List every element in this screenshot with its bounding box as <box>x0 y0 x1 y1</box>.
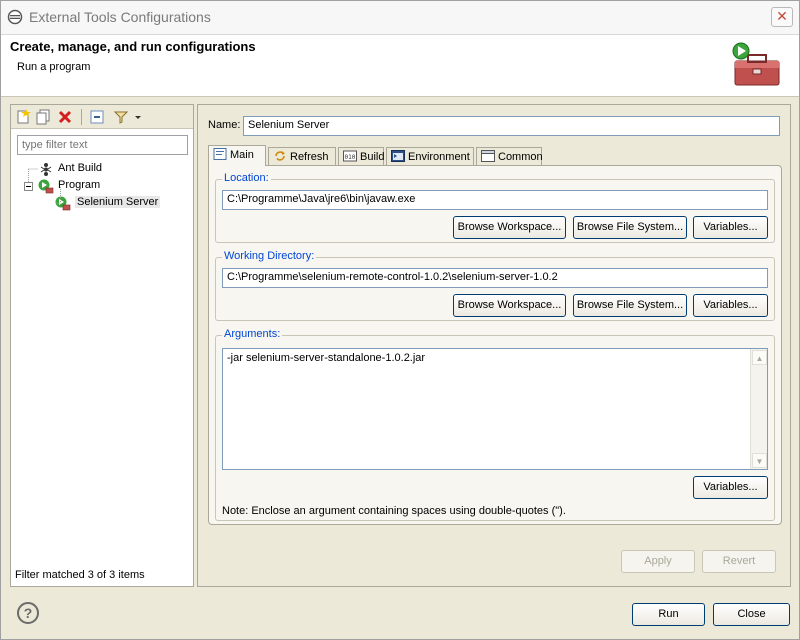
window-close-button[interactable]: ✕ <box>771 7 793 27</box>
working-directory-group: Working Directory: C:\Programme\selenium… <box>215 250 775 321</box>
view-menu-dropdown-icon[interactable] <box>133 109 143 125</box>
program-icon <box>38 179 54 194</box>
tab-build[interactable]: 010 Build <box>338 147 384 165</box>
delete-configuration-icon[interactable] <box>57 109 73 125</box>
program-config-icon <box>55 196 71 211</box>
help-icon[interactable]: ? <box>17 602 39 624</box>
external-tools-dialog: External Tools Configurations ✕ Create, … <box>0 0 800 640</box>
configurations-panel: Ant Build Program Selenium Server <box>10 104 194 587</box>
dialog-subtitle: Run a program <box>17 61 91 73</box>
environment-icon <box>391 150 405 162</box>
location-group: Location: C:\Programme\Java\jre6\bin\jav… <box>215 172 775 243</box>
tree-item-label: Ant Build <box>58 162 103 174</box>
toolbar-separator <box>81 109 82 125</box>
working-directory-browse-workspace-button[interactable]: Browse Workspace... <box>453 294 566 317</box>
tab-label: Main <box>230 149 254 161</box>
arguments-group: Arguments: -jar selenium-server-standalo… <box>215 328 775 521</box>
configuration-editor: Name: Selenium Server Main Refresh 010 Bu… <box>197 104 791 587</box>
scroll-up-icon[interactable]: ▲ <box>752 350 767 365</box>
tab-environment[interactable]: Environment <box>386 147 474 165</box>
tab-label: Build <box>360 151 385 163</box>
tree-collapse-toggle-icon[interactable] <box>24 182 33 191</box>
filter-configurations-icon[interactable] <box>113 109 129 125</box>
filter-status: Filter matched 3 of 3 items <box>15 569 145 581</box>
tab-label: Common <box>498 151 543 163</box>
title-bar: External Tools Configurations ✕ <box>1 1 799 35</box>
refresh-icon <box>275 151 285 161</box>
apply-button[interactable]: Apply <box>621 550 695 573</box>
arguments-textarea[interactable]: -jar selenium-server-standalone-1.0.2.ja… <box>222 348 768 470</box>
tree-item-program[interactable]: Program <box>11 178 193 195</box>
main-tab-icon <box>213 148 227 160</box>
common-icon <box>481 150 495 162</box>
location-label: Location: <box>222 172 271 184</box>
arguments-label: Arguments: <box>222 328 283 340</box>
close-button[interactable]: Close <box>713 603 790 626</box>
arguments-scrollbar[interactable]: ▲ ▼ <box>750 349 767 469</box>
duplicate-configuration-icon[interactable] <box>35 109 51 125</box>
location-browse-file-system-button[interactable]: Browse File System... <box>573 216 687 239</box>
arguments-variables-button[interactable]: Variables... <box>693 476 768 499</box>
collapse-all-icon[interactable] <box>89 109 105 125</box>
main-tab-content: Location: C:\Programme\Java\jre6\bin\jav… <box>208 165 782 525</box>
ant-icon <box>40 163 52 176</box>
working-directory-label: Working Directory: <box>222 250 317 262</box>
location-variables-button[interactable]: Variables... <box>693 216 768 239</box>
location-input[interactable]: C:\Programme\Java\jre6\bin\javaw.exe <box>222 190 768 210</box>
eclipse-app-icon <box>7 9 23 25</box>
working-directory-input[interactable]: C:\Programme\selenium-remote-control-1.0… <box>222 268 768 288</box>
window-title: External Tools Configurations <box>29 9 211 25</box>
dialog-header: Create, manage, and run configurations R… <box>1 35 799 97</box>
tree-item-label: Program <box>58 179 101 191</box>
configuration-name-input[interactable]: Selenium Server <box>243 116 780 136</box>
build-icon: 010 <box>343 150 357 162</box>
configurations-toolbar <box>11 105 193 129</box>
filter-input[interactable] <box>17 135 188 155</box>
location-browse-workspace-button[interactable]: Browse Workspace... <box>453 216 566 239</box>
tab-main[interactable]: Main <box>208 145 266 166</box>
arguments-text: -jar selenium-server-standalone-1.0.2.ja… <box>227 352 426 364</box>
tab-common[interactable]: Common <box>476 147 543 165</box>
tree-item-label: Selenium Server <box>75 196 161 208</box>
scroll-down-icon[interactable]: ▼ <box>752 453 767 468</box>
name-label: Name: <box>208 119 241 131</box>
svg-text:010: 010 <box>345 154 356 161</box>
toolbox-run-icon <box>732 42 780 86</box>
run-button[interactable]: Run <box>632 603 705 626</box>
tree-item-selenium-server[interactable]: Selenium Server <box>11 195 193 212</box>
revert-button[interactable]: Revert <box>702 550 776 573</box>
new-configuration-icon[interactable] <box>15 109 31 125</box>
tab-label: Refresh <box>290 151 329 163</box>
tab-refresh[interactable]: Refresh <box>268 147 336 165</box>
working-directory-browse-file-system-button[interactable]: Browse File System... <box>573 294 687 317</box>
working-directory-variables-button[interactable]: Variables... <box>693 294 768 317</box>
dialog-heading: Create, manage, and run configurations <box>10 39 256 54</box>
tree-item-ant-build[interactable]: Ant Build <box>11 161 193 178</box>
arguments-note: Note: Enclose an argument containing spa… <box>222 505 566 517</box>
tab-label: Environment <box>408 151 470 163</box>
